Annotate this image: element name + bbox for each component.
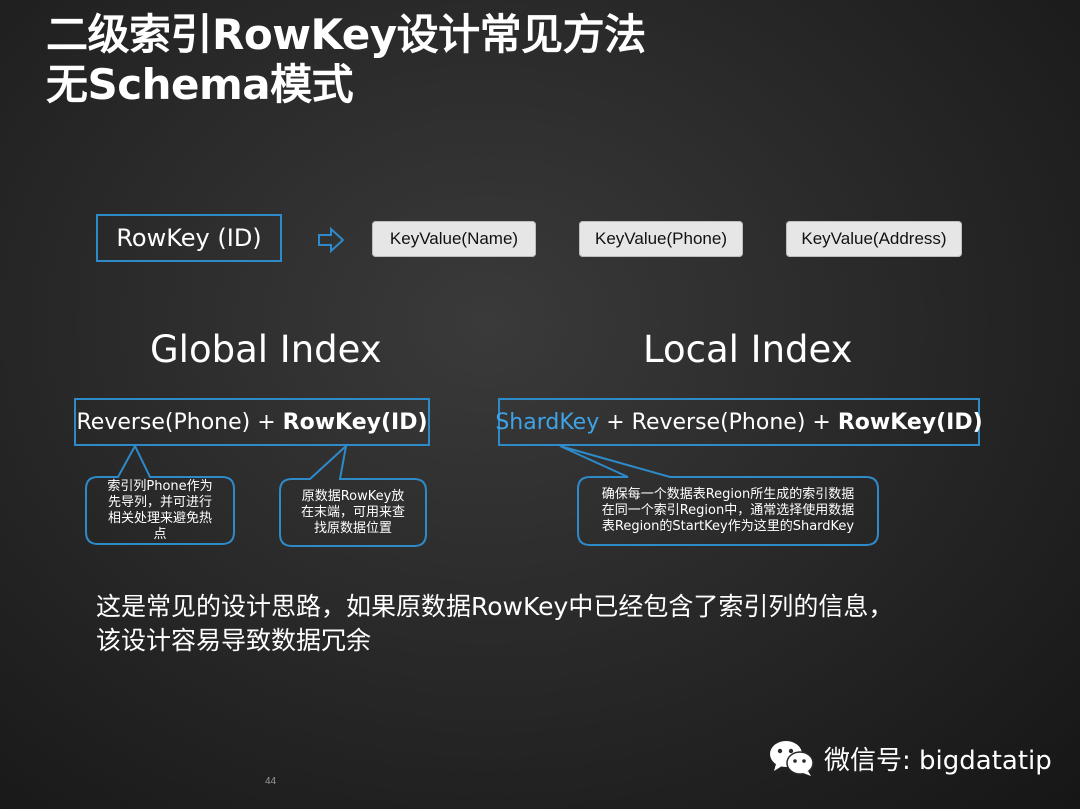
callout-local-line: 表Region的StartKey作为这里的ShardKey: [601, 519, 855, 534]
wechat-watermark: 微信号: bigdatatip: [768, 738, 1052, 778]
callout-left-line: 点: [153, 527, 167, 542]
callout-right-line: 原数据RowKey放: [301, 489, 405, 504]
callout-left-line: 先导列，并可进行: [107, 495, 212, 510]
local-index-formula: ShardKey + Reverse(Phone) + RowKey(ID): [495, 398, 983, 446]
global-formula-rowkey: RowKey(ID): [282, 409, 428, 435]
page-number: 44: [265, 776, 277, 787]
summary-note-line: 该设计容易导致数据冗余: [96, 626, 372, 655]
callout-local-line: 确保每一个数据表Region所生成的索引数据: [601, 487, 855, 502]
local-formula-middle: + Reverse(Phone) +: [599, 409, 838, 435]
callout-right-text: 原数据RowKey放 在末端，可用来查 找原数据位置: [282, 489, 424, 537]
wechat-id-label: 微信号: bigdatatip: [824, 745, 1052, 776]
callout-local-text: 确保每一个数据表Region所生成的索引数据 在同一个索引Region中，通常选…: [580, 487, 876, 535]
summary-note: 这是常见的设计思路，如果原数据RowKey中已经包含了索引列的信息， 该设计容易…: [96, 590, 996, 658]
local-formula-shardkey: ShardKey: [495, 409, 600, 435]
global-index-formula: Reverse(Phone) + RowKey(ID): [74, 398, 430, 446]
callout-left-line: 索引列Phone作为: [107, 479, 213, 494]
callout-left-text: 索引列Phone作为 先导列，并可进行 相关处理来避免热 点: [88, 479, 232, 543]
callout-local-line: 在同一个索引Region中，通常选择使用数据: [601, 503, 855, 518]
local-formula-rowkey: RowKey(ID): [837, 409, 983, 435]
callout-left-line: 相关处理来避免热: [107, 511, 212, 526]
global-formula-prefix: Reverse(Phone) +: [76, 409, 283, 435]
callout-right-line: 找原数据位置: [313, 521, 392, 536]
summary-note-line: 这是常见的设计思路，如果原数据RowKey中已经包含了索引列的信息，: [96, 592, 894, 621]
wechat-icon: [770, 741, 814, 776]
callout-right-line: 在末端，可用来查: [300, 505, 405, 520]
